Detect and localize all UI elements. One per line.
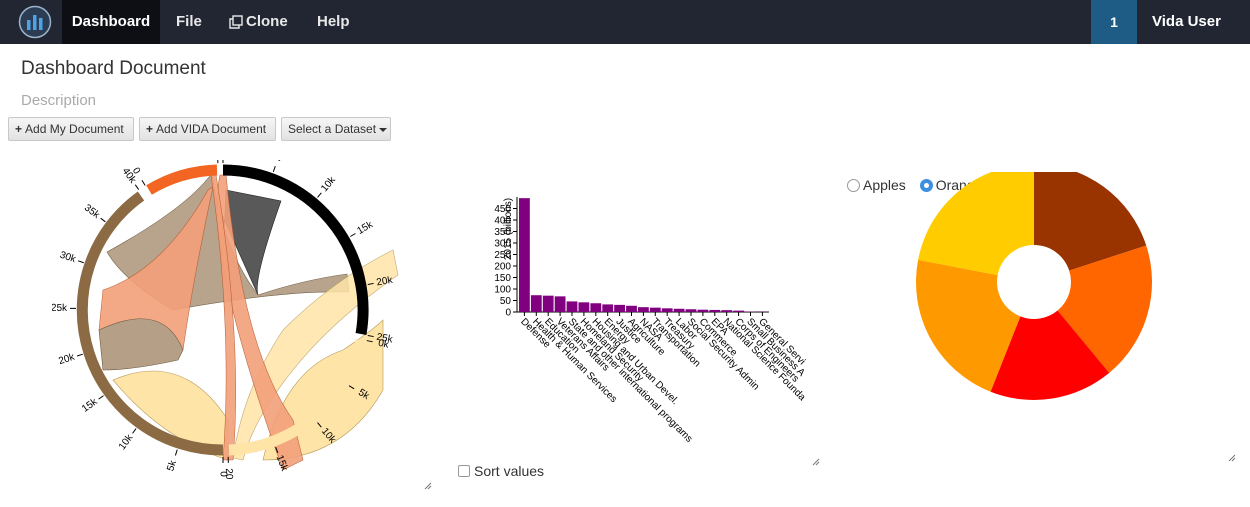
resize-handle-icon[interactable] xyxy=(424,482,432,490)
chord-tick xyxy=(317,192,322,198)
chord-tick xyxy=(141,179,146,186)
select-dataset-dropdown[interactable]: Select a Dataset xyxy=(281,117,391,141)
y-tick-label: 100 xyxy=(494,285,511,296)
chord-diagram-widget: 05k10k15k20k25k0k5k10k15k2005k10k15k20k2… xyxy=(51,141,434,492)
nav-file-menu[interactable]: File xyxy=(176,0,202,44)
add-vida-document-button[interactable]: + Add VIDA Document xyxy=(139,117,276,141)
chord-tick-label: 5k xyxy=(272,160,286,163)
top-navbar: Dashboard File Clone Help 1 Vida User xyxy=(0,0,1250,44)
bar[interactable] xyxy=(709,309,721,312)
nav-help-menu[interactable]: Help xyxy=(317,0,350,44)
chord-tick-label: 20k xyxy=(376,275,395,289)
chord-tick-label: 0k xyxy=(377,338,391,351)
select-dataset-label: Select a Dataset xyxy=(288,122,377,136)
chord-tick-label: 35k xyxy=(82,202,102,221)
sort-values-label: Sort values xyxy=(474,463,545,479)
bar[interactable] xyxy=(721,310,733,312)
bar[interactable] xyxy=(733,310,744,312)
donut-slice[interactable] xyxy=(918,164,1034,276)
chord-tick-label: 30k xyxy=(58,250,78,266)
chord-tick xyxy=(100,217,106,223)
bar[interactable] xyxy=(661,308,673,312)
chord-tick xyxy=(98,395,104,400)
y-tick-label: 150 xyxy=(494,273,511,284)
chord-tick xyxy=(132,428,137,434)
nav-clone-label: Clone xyxy=(246,13,288,30)
plus-icon: + xyxy=(146,122,154,136)
bar[interactable] xyxy=(554,296,566,312)
description-field[interactable]: Description xyxy=(21,92,96,109)
y-axis-label: 2015 (billions) xyxy=(503,198,514,260)
chord-tick-label: 0 xyxy=(217,471,228,477)
bar[interactable] xyxy=(685,309,697,312)
resize-handle-icon[interactable] xyxy=(1228,454,1236,462)
chord-diagram[interactable]: 05k10k15k20k25k0k5k10k15k2005k10k15k20k2… xyxy=(51,141,434,492)
nav-clone[interactable]: Clone xyxy=(229,0,288,44)
chord-tick-label: 5k xyxy=(165,458,179,472)
caret-down-icon xyxy=(379,127,388,132)
bar[interactable] xyxy=(697,309,709,312)
chord-tick xyxy=(134,184,140,190)
user-menu[interactable]: Vida User xyxy=(1152,0,1221,44)
bar[interactable] xyxy=(614,304,625,312)
bar[interactable] xyxy=(566,301,578,312)
resize-handle-icon[interactable] xyxy=(812,458,820,466)
add-my-document-label: Add My Document xyxy=(25,122,124,136)
clone-icon xyxy=(229,15,243,29)
bar[interactable] xyxy=(530,295,542,312)
chord-tick-label: 25k xyxy=(52,303,68,314)
bar[interactable] xyxy=(590,303,602,312)
bar[interactable] xyxy=(626,305,637,312)
donut-chart xyxy=(916,164,1152,400)
nav-dashboard[interactable]: Dashboard xyxy=(62,0,160,44)
bar[interactable] xyxy=(602,304,614,312)
bar[interactable] xyxy=(578,302,590,312)
bar[interactable] xyxy=(542,295,554,312)
sort-values-checkbox[interactable] xyxy=(458,465,470,477)
y-tick-label: 200 xyxy=(494,262,511,273)
chord-tick xyxy=(350,233,356,237)
chord-tick xyxy=(272,166,276,173)
chord-tick-label: 10k xyxy=(117,432,136,452)
chord-tick-label: 15k xyxy=(355,219,375,237)
bar[interactable] xyxy=(649,307,661,312)
donut-chart-widget xyxy=(840,164,1238,464)
bar[interactable] xyxy=(638,307,649,312)
plus-icon: + xyxy=(15,122,23,136)
bar-chart: 0501001502002503003504004502015 (billion… xyxy=(494,197,808,445)
chord-tick xyxy=(76,353,83,357)
bar[interactable] xyxy=(519,198,530,312)
sort-values-option[interactable]: Sort values xyxy=(458,463,544,479)
bar-chart-widget: 0 50 100 150 200 250 300 350 400 450 2015 (billion… xyxy=(470,190,822,468)
add-my-document-button[interactable]: + Add My Document xyxy=(8,117,134,141)
y-tick-label: 0 xyxy=(505,308,511,319)
add-vida-document-label: Add VIDA Document xyxy=(156,122,267,136)
bar[interactable] xyxy=(673,308,685,312)
document-title[interactable]: Dashboard Document xyxy=(21,58,206,80)
chord-tick xyxy=(174,449,178,456)
chord-tick-label: 15k xyxy=(80,396,100,415)
chord-tick-label: 20k xyxy=(57,351,77,367)
chord-tick xyxy=(77,260,84,264)
y-tick-label: 50 xyxy=(500,296,512,307)
bar-chart-logo-icon[interactable] xyxy=(18,5,52,39)
notification-badge[interactable]: 1 xyxy=(1091,0,1137,44)
chord-tick-label: 10k xyxy=(319,174,338,194)
